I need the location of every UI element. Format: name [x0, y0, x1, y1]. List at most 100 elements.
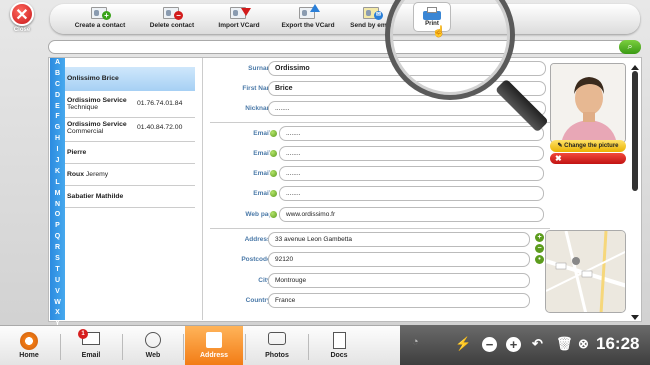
taskbar-docs[interactable]: Docs: [310, 326, 368, 365]
send-email-icon: ✉: [360, 4, 384, 20]
email-3-field[interactable]: ........: [279, 166, 544, 181]
map-pin-icon[interactable]: •: [535, 255, 544, 264]
wifi-icon[interactable]: ◔: [412, 336, 419, 348]
home-label: Home: [19, 352, 39, 359]
contact-item-roux[interactable]: Roux Jeremy: [65, 164, 195, 186]
import-vcard-button[interactable]: Import VCard: [199, 4, 279, 29]
alphabet-letter-l[interactable]: L: [50, 178, 65, 189]
send-email-dot-icon[interactable]: [269, 189, 278, 198]
taskbar-web[interactable]: Web: [124, 326, 182, 365]
undo-icon[interactable]: ↶: [532, 336, 543, 352]
contact-item-sabatier[interactable]: Sabatier Mathilde: [65, 186, 195, 208]
taskbar-email[interactable]: Email: [62, 326, 120, 365]
alphabet-letter-x[interactable]: X: [50, 308, 65, 319]
separator: [60, 334, 61, 360]
scroll-up-icon[interactable]: [631, 65, 639, 70]
volume-down-icon[interactable]: −: [482, 337, 497, 352]
scroll-thumb[interactable]: [632, 71, 638, 191]
email-unread-badge: 1: [78, 329, 88, 339]
alphabet-letter-t[interactable]: T: [50, 265, 65, 276]
city-1-label: City 1: [258, 277, 276, 284]
volume-up-icon[interactable]: +: [506, 337, 521, 352]
alphabet-letter-r[interactable]: R: [50, 243, 65, 254]
alphabet-letter-k[interactable]: K: [50, 167, 65, 178]
zoom-in-icon[interactable]: +: [535, 233, 544, 242]
email-1-field[interactable]: ........: [279, 126, 544, 141]
alphabet-letter-q[interactable]: Q: [50, 232, 65, 243]
alphabet-letter-p[interactable]: P: [50, 221, 65, 232]
taskbar-address[interactable]: Address: [185, 326, 243, 365]
map-image: [546, 231, 625, 312]
email-label: Email: [81, 352, 101, 359]
alphabet-letter-j[interactable]: J: [50, 156, 65, 167]
postcode-1-field[interactable]: 92120: [268, 252, 530, 267]
alphabet-letter-i[interactable]: I: [50, 145, 65, 156]
alphabet-letter-g[interactable]: G: [50, 123, 65, 134]
postcode-1-label: Postcode 1: [241, 256, 276, 263]
country-1-field[interactable]: France: [268, 293, 530, 308]
alphabet-letter-u[interactable]: U: [50, 276, 65, 287]
alphabet-letter-h[interactable]: H: [50, 134, 65, 145]
taskbar-photos[interactable]: Photos: [248, 326, 306, 365]
email-3-label: Email 3: [253, 170, 276, 177]
delete-picture-icon: ✖: [555, 154, 562, 163]
email-1-label: Email 1: [253, 130, 276, 137]
close-button[interactable]: ✕ Close: [4, 2, 40, 33]
create-contact-button[interactable]: + Create a contact: [60, 4, 140, 29]
contact-item-service-commercial[interactable]: Ordissimo Service Commercial 01.40.84.72…: [65, 118, 195, 142]
alphabet-letter-a[interactable]: A: [50, 58, 65, 69]
alphabet-letter-e[interactable]: E: [50, 102, 65, 113]
alphabet-letter-d[interactable]: D: [50, 91, 65, 102]
change-picture-button[interactable]: ✎ Change the picture: [550, 140, 626, 152]
contact-name: Sabatier Mathilde: [67, 193, 124, 200]
first-name-label: First Name: [242, 85, 276, 92]
alphabet-letter-w[interactable]: W: [50, 298, 65, 309]
delete-picture-button[interactable]: ✖: [550, 153, 626, 164]
trash-icon[interactable]: 🗑: [556, 336, 573, 352]
alphabet-letter-m[interactable]: M: [50, 189, 65, 200]
search-go-icon[interactable]: ⌕: [619, 40, 641, 54]
scroll-down-icon[interactable]: [631, 315, 639, 320]
alphabet-letter-o[interactable]: O: [50, 210, 65, 221]
open-web-dot-icon[interactable]: [269, 210, 278, 219]
search-input[interactable]: [48, 40, 641, 54]
nickname-field[interactable]: ........: [268, 101, 546, 116]
address-label: Address: [199, 352, 228, 359]
help-lifebuoy-icon[interactable]: ⊗: [578, 336, 589, 352]
battery-charging-icon[interactable]: ⚡: [455, 336, 471, 352]
web-page-label: Web page: [245, 211, 276, 218]
alphabet-letter-c[interactable]: C: [50, 80, 65, 91]
email-4-field[interactable]: ........: [279, 186, 544, 201]
alphabet-letter-n[interactable]: N: [50, 200, 65, 211]
divider: [210, 228, 550, 229]
form-scrollbar[interactable]: [631, 65, 640, 320]
alphabet-letter-s[interactable]: S: [50, 254, 65, 265]
contact-name: Onlissimo Brice: [67, 75, 119, 82]
system-tray: ◔ ⚡ − + ↶ 🗑 ⊗ 16:28: [400, 325, 650, 365]
contact-item-onlissimo-brice[interactable]: Onlissimo Brice: [65, 67, 195, 91]
alphabet-letter-v[interactable]: V: [50, 287, 65, 298]
alphabet-letter-f[interactable]: F: [50, 112, 65, 123]
import-vcard-label: Import VCard: [218, 22, 260, 29]
contact-item-pierre[interactable]: Pierre: [65, 142, 195, 164]
photos-label: Photos: [265, 352, 289, 359]
export-vcard-icon: [296, 4, 320, 20]
address-1-field[interactable]: 33 avenue Leon Gambetta: [268, 232, 530, 247]
send-email-dot-icon[interactable]: [269, 169, 278, 178]
address-map[interactable]: [545, 230, 626, 313]
country-1-label: Country 1: [245, 297, 276, 304]
send-email-dot-icon[interactable]: [269, 149, 278, 158]
separator: [183, 334, 184, 360]
city-1-field[interactable]: Montrouge: [268, 273, 530, 288]
alphabet-letter-b[interactable]: B: [50, 69, 65, 80]
taskbar-home[interactable]: Home: [0, 326, 58, 365]
surname-label: Surname: [248, 65, 276, 72]
contact-sub: Jeremy: [85, 171, 109, 178]
send-email-dot-icon[interactable]: [269, 129, 278, 138]
web-page-field[interactable]: www.ordissimo.fr: [279, 207, 544, 222]
zoom-out-icon[interactable]: −: [535, 244, 544, 253]
contact-item-service-technique[interactable]: Ordissimo Service Technique 01.76.74.01.…: [65, 94, 195, 118]
contact-photo: [550, 63, 626, 143]
email-2-field[interactable]: ........: [279, 146, 544, 161]
globe-icon: [143, 332, 163, 350]
